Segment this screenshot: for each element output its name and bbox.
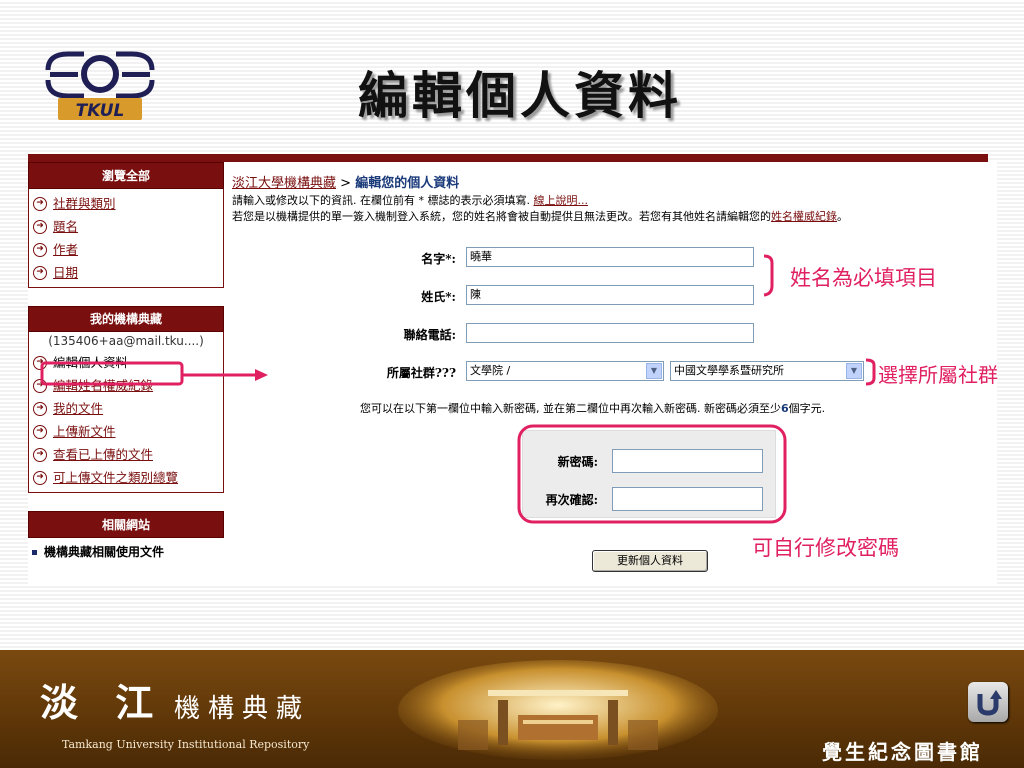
annotation-select-community: 選擇所屬社群 <box>878 363 998 387</box>
footer-banner: 淡 江 機構典藏 Tamkang University Institutiona… <box>0 650 1024 768</box>
highlight-arrow-head <box>255 369 268 381</box>
library-interior-photo <box>398 660 718 760</box>
name-bracket <box>763 254 774 297</box>
return-icon <box>977 690 1002 716</box>
footer-brand-english: Tamkang University Institutional Reposit… <box>62 738 310 751</box>
password-highlight-box <box>517 424 787 524</box>
back-button[interactable] <box>968 682 1008 722</box>
footer-library-name: 覺生紀念圖書館 <box>822 740 983 764</box>
footer-brand-small: 機構典藏 <box>174 694 311 724</box>
annotation-name-required: 姓名為必填項目 <box>790 266 937 290</box>
community-bracket <box>865 358 876 386</box>
annotation-change-password: 可自行修改密碼 <box>752 536 899 560</box>
sidebar-highlight-box <box>40 361 184 386</box>
footer-brand-big: 淡 江 <box>40 680 166 725</box>
